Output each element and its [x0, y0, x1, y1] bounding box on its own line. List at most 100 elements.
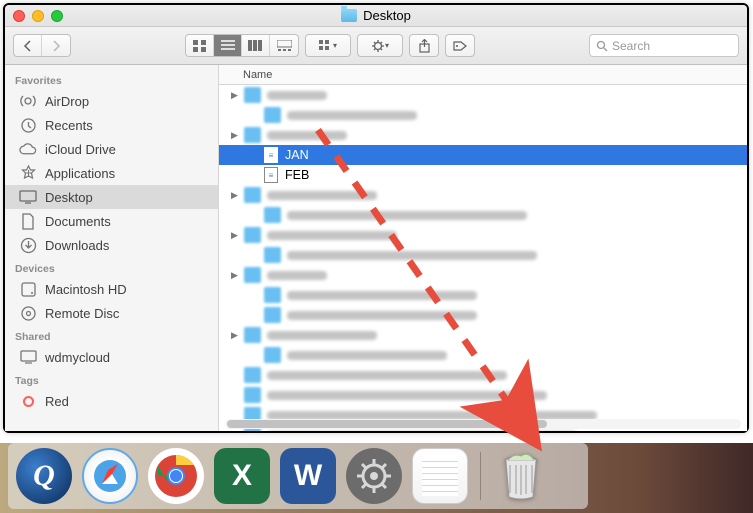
- window-controls: [5, 10, 63, 22]
- search-field[interactable]: Search: [589, 34, 739, 57]
- disclosure-triangle-icon[interactable]: ▶: [231, 230, 240, 241]
- favorites-header: Favorites: [5, 69, 218, 89]
- back-button[interactable]: [14, 35, 42, 56]
- tags-header: Tags: [5, 369, 218, 389]
- sidebar-item-remote-disc[interactable]: Remote Disc: [5, 301, 218, 325]
- sidebar-item-label: wdmycloud: [45, 350, 110, 365]
- file-icon: [264, 107, 281, 123]
- sidebar-tag-red[interactable]: Red: [5, 389, 218, 413]
- sidebar-item-label: Applications: [45, 166, 115, 181]
- apps-icon: [19, 164, 37, 182]
- disclosure-triangle-icon[interactable]: ▶: [231, 130, 240, 141]
- dock: X W: [8, 443, 588, 509]
- search-icon: [596, 40, 608, 52]
- sidebar-item-desktop[interactable]: Desktop: [5, 185, 218, 209]
- sidebar-item-label: AirDrop: [45, 94, 89, 109]
- sidebar-item-label: Downloads: [45, 238, 109, 253]
- folder-row[interactable]: ▶: [219, 325, 747, 345]
- file-list-pane: Name ▶ ▶ ≡JAN ≡ FEB ▶ ▶ ▶ ▶: [219, 65, 747, 431]
- sidebar-item-downloads[interactable]: Downloads: [5, 233, 218, 257]
- toolbar: ▾ ▾ Search: [5, 27, 747, 65]
- forward-button[interactable]: [42, 35, 70, 56]
- dock-chrome[interactable]: [148, 448, 204, 504]
- sidebar-item-wdmycloud[interactable]: wdmycloud: [5, 345, 218, 369]
- list-item[interactable]: [219, 245, 747, 265]
- sidebar-item-macintosh-hd[interactable]: Macintosh HD: [5, 277, 218, 301]
- sidebar-item-documents[interactable]: Documents: [5, 209, 218, 233]
- folder-icon: [244, 267, 261, 283]
- file-icon: [264, 207, 281, 223]
- list-item[interactable]: [219, 385, 747, 405]
- zoom-button[interactable]: [51, 10, 63, 22]
- dock-textedit[interactable]: [412, 448, 468, 504]
- dock-quicktime[interactable]: [16, 448, 72, 504]
- folder-row[interactable]: ▶: [219, 225, 747, 245]
- disclosure-triangle-icon[interactable]: ▶: [231, 190, 240, 201]
- desktop-icon: [19, 188, 37, 206]
- share-button[interactable]: [410, 35, 438, 56]
- folder-row[interactable]: ▶: [219, 185, 747, 205]
- disclosure-triangle-icon[interactable]: ▶: [231, 330, 240, 341]
- sidebar-item-label: iCloud Drive: [45, 142, 116, 157]
- finder-window: Desktop ▾ ▾ Search Favorites AirDrop Rece…: [3, 3, 749, 433]
- clock-icon: [19, 116, 37, 134]
- document-icon: ≡: [264, 167, 278, 183]
- list-item[interactable]: [219, 105, 747, 125]
- shared-header: Shared: [5, 325, 218, 345]
- list-item[interactable]: [219, 345, 747, 365]
- dock-trash[interactable]: [493, 448, 549, 504]
- folder-row[interactable]: ▶: [219, 265, 747, 285]
- folder-row[interactable]: ▶: [219, 125, 747, 145]
- list-item[interactable]: [219, 285, 747, 305]
- dock-system-preferences[interactable]: [346, 448, 402, 504]
- sidebar-item-label: Desktop: [45, 190, 93, 205]
- sidebar-item-label: Recents: [45, 118, 93, 133]
- arrange-button[interactable]: ▾: [306, 35, 350, 56]
- icon-view-button[interactable]: [186, 35, 214, 56]
- disc-icon: [19, 304, 37, 322]
- sidebar-item-label: Documents: [45, 214, 111, 229]
- file-row-feb[interactable]: ≡ FEB: [219, 165, 747, 185]
- disclosure-triangle-icon[interactable]: ▶: [231, 90, 240, 101]
- sidebar-item-icloud-drive[interactable]: iCloud Drive: [5, 137, 218, 161]
- window-title: Desktop: [363, 8, 411, 23]
- tags-button[interactable]: [446, 35, 474, 56]
- folder-icon: [244, 87, 261, 103]
- server-icon: [19, 348, 37, 366]
- sidebar-item-recents[interactable]: Recents: [5, 113, 218, 137]
- column-view-button[interactable]: [242, 35, 270, 56]
- folder-row[interactable]: ▶: [219, 85, 747, 105]
- folder-icon: [244, 187, 261, 203]
- close-button[interactable]: [13, 10, 25, 22]
- gallery-view-button[interactable]: [270, 35, 298, 56]
- dock-word[interactable]: W: [280, 448, 336, 504]
- disclosure-triangle-icon[interactable]: ▶: [231, 270, 240, 281]
- file-row-jan[interactable]: ≡JAN: [219, 145, 747, 165]
- airdrop-icon: [19, 92, 37, 110]
- list-item[interactable]: [219, 365, 747, 385]
- name-column-header[interactable]: Name: [219, 65, 747, 85]
- sidebar: Favorites AirDrop Recents iCloud Drive Appl…: [5, 65, 219, 431]
- folder-icon: [244, 327, 261, 343]
- minimize-button[interactable]: [32, 10, 44, 22]
- sidebar-item-applications[interactable]: Applications: [5, 161, 218, 185]
- download-icon: [19, 236, 37, 254]
- titlebar: Desktop: [5, 5, 747, 27]
- dock-safari[interactable]: [82, 448, 138, 504]
- sidebar-item-airdrop[interactable]: AirDrop: [5, 89, 218, 113]
- horizontal-scrollbar[interactable]: [225, 419, 741, 429]
- file-icon: [264, 307, 281, 323]
- file-name: FEB: [285, 168, 309, 182]
- list-item[interactable]: [219, 305, 747, 325]
- file-icon: [264, 247, 281, 263]
- sidebar-item-label: Macintosh HD: [45, 282, 127, 297]
- dock-separator: [480, 452, 481, 500]
- doc-icon: [19, 212, 37, 230]
- folder-icon: [244, 127, 261, 143]
- list-view-button[interactable]: [214, 35, 242, 56]
- nav-buttons: [13, 34, 71, 57]
- dock-excel[interactable]: X: [214, 448, 270, 504]
- action-button[interactable]: ▾: [358, 35, 402, 56]
- folder-icon: [244, 227, 261, 243]
- list-item[interactable]: [219, 205, 747, 225]
